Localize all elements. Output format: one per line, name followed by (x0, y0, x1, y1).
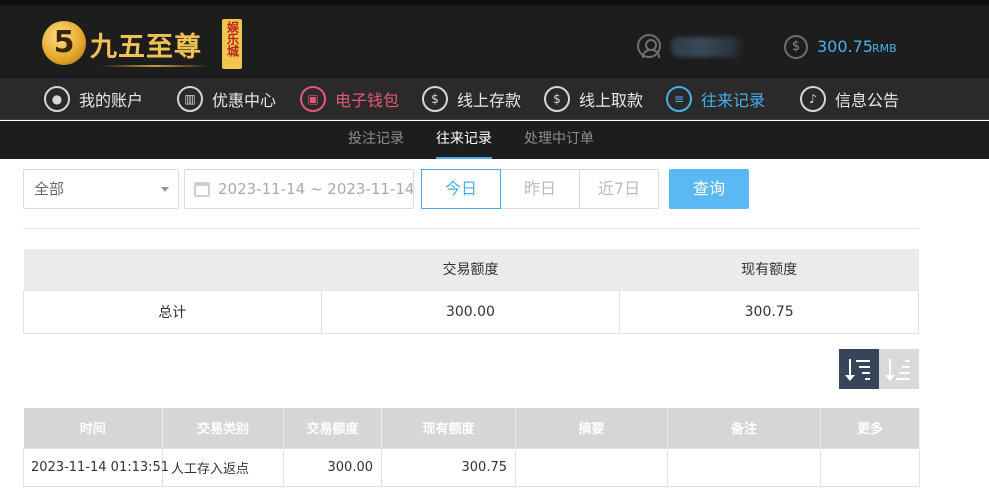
transaction-type-select[interactable]: 全部 (23, 169, 179, 209)
balance-unit: RMB (872, 42, 897, 55)
date-range-input[interactable]: 2023-11-14 ~ 2023-11-14 (184, 169, 414, 209)
logo-text: 九五至尊 (90, 32, 202, 63)
nav-e-wallet[interactable]: ▣ 电子钱包 (300, 78, 399, 120)
wallet-icon: ▣ (300, 86, 326, 112)
column-header-more[interactable]: 更多 (820, 408, 920, 448)
calendar-icon (194, 182, 210, 197)
balance-value: 300.75 (817, 37, 873, 56)
cell-more[interactable] (820, 447, 920, 487)
sort-ascending-button[interactable] (879, 349, 919, 389)
column-header-remark[interactable]: 备注 (667, 408, 821, 448)
column-header-summary[interactable]: 摘要 (515, 408, 668, 448)
logo-seal-text: 娱乐城 (225, 21, 240, 57)
main-nav: ● 我的账户 ▥ 优惠中心 ▣ 电子钱包 $ 线上存款 $ 线上取款 ≡ 往来记… (0, 78, 989, 120)
tab-bet-records[interactable]: 投注记录 (348, 121, 404, 159)
gift-icon: ▥ (177, 86, 203, 112)
nav-my-account[interactable]: ● 我的账户 (44, 78, 143, 120)
nav-label: 电子钱包 (335, 91, 400, 110)
summary-header: 交易额度 (321, 249, 620, 290)
nav-announcements[interactable]: ♪ 信息公告 (800, 78, 899, 120)
records-table: 时间 交易类别 交易额度 现有额度 摘要 备注 更多 2023-11-14 01… (23, 408, 920, 487)
summary-header (23, 249, 322, 290)
column-header-balance[interactable]: 现有额度 (381, 408, 516, 448)
cell-type: 人工存入返点 (162, 447, 284, 487)
withdraw-icon: $ (544, 86, 570, 112)
summary-table: 交易额度 现有额度 总计 300.00 300.75 (23, 249, 919, 334)
cell-balance: 300.75 (381, 447, 516, 487)
cell-remark (667, 447, 821, 487)
sort-descending-button[interactable] (839, 349, 879, 389)
record-icon: ≡ (666, 86, 692, 112)
query-button[interactable]: 查询 (669, 169, 749, 209)
nav-label: 往来记录 (701, 91, 766, 110)
summary-cell: 300.75 (619, 289, 919, 334)
cell-summary (515, 447, 668, 487)
nav-label: 优惠中心 (212, 91, 277, 110)
divider (23, 228, 919, 229)
summary-cell: 总计 (23, 289, 322, 334)
logo-emblem: 5 (42, 21, 86, 65)
username-redacted (671, 37, 745, 57)
nav-label: 信息公告 (835, 91, 900, 110)
logo-ornament (100, 65, 210, 67)
user-icon: ● (44, 86, 70, 112)
tab-pending-orders[interactable]: 处理中订单 (524, 121, 594, 159)
sort-descending-icon (845, 357, 872, 381)
summary-cell: 300.00 (320, 289, 621, 334)
nav-online-withdraw[interactable]: $ 线上取款 (544, 78, 643, 120)
last-7-days-button[interactable]: 近7日 (579, 169, 659, 209)
column-header-time[interactable]: 时间 (23, 408, 163, 448)
bell-icon: ♪ (800, 86, 826, 112)
dollar-coin-icon: $ (784, 35, 808, 59)
caret-down-icon (161, 187, 169, 192)
column-header-type[interactable]: 交易类别 (162, 408, 284, 448)
yesterday-button[interactable]: 昨日 (500, 169, 580, 209)
nav-label: 线上存款 (457, 91, 522, 110)
sub-tabs: 投注记录 往来记录 处理中订单 (0, 121, 989, 159)
summary-header: 现有额度 (619, 249, 919, 290)
deposit-icon: $ (422, 86, 448, 112)
top-header: 5 九五至尊 娱乐城 $ 300.75 RMB (0, 0, 989, 78)
logo-seal: 娱乐城 (222, 19, 242, 69)
records-header-row: 时间 交易类别 交易额度 现有额度 摘要 备注 更多 (23, 408, 920, 448)
tab-transaction-records[interactable]: 往来记录 (436, 121, 492, 159)
sort-ascending-icon (885, 357, 912, 381)
column-header-amount[interactable]: 交易额度 (283, 408, 382, 448)
nav-promotions[interactable]: ▥ 优惠中心 (177, 78, 276, 120)
nav-transaction-records[interactable]: ≡ 往来记录 (666, 78, 765, 120)
summary-total-row: 总计 300.00 300.75 (23, 289, 919, 334)
nav-label: 线上取款 (579, 91, 644, 110)
cell-amount: 300.00 (283, 447, 382, 487)
user-icon (637, 34, 661, 58)
date-range-value: 2023-11-14 ~ 2023-11-14 (218, 180, 414, 198)
summary-header-row: 交易额度 现有额度 (23, 249, 919, 290)
table-row[interactable]: 2023-11-14 01:13:51 人工存入返点 300.00 300.75 (23, 447, 920, 487)
today-button[interactable]: 今日 (421, 169, 501, 209)
cell-time: 2023-11-14 01:13:51 (23, 447, 169, 487)
site-logo[interactable]: 5 九五至尊 娱乐城 (42, 17, 242, 75)
nav-online-deposit[interactable]: $ 线上存款 (422, 78, 521, 120)
select-value: 全部 (34, 180, 65, 198)
nav-label: 我的账户 (79, 91, 144, 110)
